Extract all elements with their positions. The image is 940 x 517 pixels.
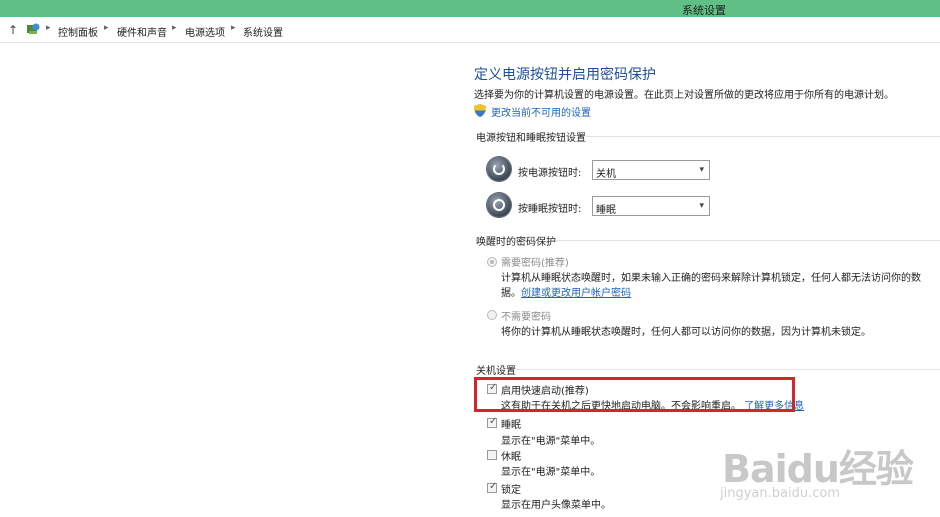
hibernate-checkbox[interactable] xyxy=(487,450,497,460)
address-bar: ↑ ▸ 控制面板 ▸ 硬件和声音 ▸ 电源选项 ▸ 系统设置 xyxy=(0,17,940,43)
baidu-watermark: Baidu经验 xyxy=(722,447,914,491)
breadcrumb-hardware-sound[interactable]: 硬件和声音 xyxy=(117,24,167,39)
section-divider xyxy=(586,136,940,137)
require-password-radio[interactable] xyxy=(487,257,497,267)
power-buttons-section-title: 电源按钮和睡眠按钮设置 xyxy=(476,133,586,144)
breadcrumb-control-panel[interactable]: 控制面板 xyxy=(58,24,98,39)
page-title: 定义电源按钮并启用密码保护 xyxy=(474,67,656,83)
require-password-label: 需要密码(推荐) xyxy=(501,258,569,269)
lock-checkbox[interactable]: ✓ xyxy=(487,481,498,493)
change-unavailable-settings-link[interactable]: 更改当前不可用的设置 xyxy=(491,104,591,119)
sleep-button-select[interactable]: 睡眠 ▾ xyxy=(592,196,710,216)
hibernate-label: 休眠 xyxy=(501,452,521,463)
control-panel-icon xyxy=(27,23,40,34)
wake-password-section-title: 唤醒时的密码保护 xyxy=(476,237,556,248)
check-icon: ✓ xyxy=(489,481,498,492)
no-password-description: 将你的计算机从睡眠状态唤醒时，任何人都可以访问你的数据，因为计算机未锁定。 xyxy=(501,327,871,338)
sleep-button-icon xyxy=(487,193,511,217)
require-password-description-cont: 据。创建或更改用户帐户密码 xyxy=(501,288,631,299)
sleep-button-label: 按睡眠按钮时: xyxy=(518,204,582,215)
power-button-value: 关机 xyxy=(596,169,616,180)
breadcrumb-power-options[interactable]: 电源选项 xyxy=(185,24,225,39)
sleep-checkbox[interactable]: ✓ xyxy=(487,416,498,428)
check-icon: ✓ xyxy=(489,416,498,427)
power-button-label: 按电源按钮时: xyxy=(518,168,582,179)
no-password-radio[interactable] xyxy=(487,310,497,320)
section-divider xyxy=(516,369,940,370)
section-divider xyxy=(556,240,940,241)
hibernate-description: 显示在"电源"菜单中。 xyxy=(501,467,601,478)
require-password-description: 计算机从睡眠状态唤醒时，如果未输入正确的密码来解除计算机锁定，任何人都无法访问你… xyxy=(501,273,921,284)
lock-label: 锁定 xyxy=(501,485,521,496)
page-description: 选择要为你的计算机设置的电源设置。在此页上对设置所做的更改将应用于你所有的电源计… xyxy=(474,90,894,101)
breadcrumb-separator-icon: ▸ xyxy=(172,23,177,33)
breadcrumb-separator-icon: ▸ xyxy=(46,23,51,33)
sleep-description: 显示在"电源"菜单中。 xyxy=(501,436,601,447)
lock-description: 显示在用户头像菜单中。 xyxy=(501,500,611,511)
baidu-watermark-url: jingyan.baidu.com xyxy=(720,486,840,501)
uac-shield-icon xyxy=(474,104,486,117)
create-password-link[interactable]: 创建或更改用户帐户密码 xyxy=(521,288,631,299)
sleep-button-value: 睡眠 xyxy=(596,205,616,216)
up-arrow-icon[interactable]: ↑ xyxy=(8,23,18,37)
shutdown-section-title: 关机设置 xyxy=(476,366,516,377)
title-bar: 系统设置 xyxy=(0,0,940,17)
breadcrumb-separator-icon: ▸ xyxy=(231,23,236,33)
chevron-down-icon: ▾ xyxy=(699,201,704,211)
chevron-down-icon: ▾ xyxy=(699,165,704,175)
power-button-icon xyxy=(487,157,511,181)
no-password-label: 不需要密码 xyxy=(501,312,551,323)
window-title: 系统设置 xyxy=(682,4,726,17)
sleep-label: 睡眠 xyxy=(501,420,521,431)
breadcrumb-separator-icon: ▸ xyxy=(104,23,109,33)
highlight-annotation xyxy=(474,377,795,412)
breadcrumb-system-settings[interactable]: 系统设置 xyxy=(243,24,283,39)
power-button-select[interactable]: 关机 ▾ xyxy=(592,160,710,180)
